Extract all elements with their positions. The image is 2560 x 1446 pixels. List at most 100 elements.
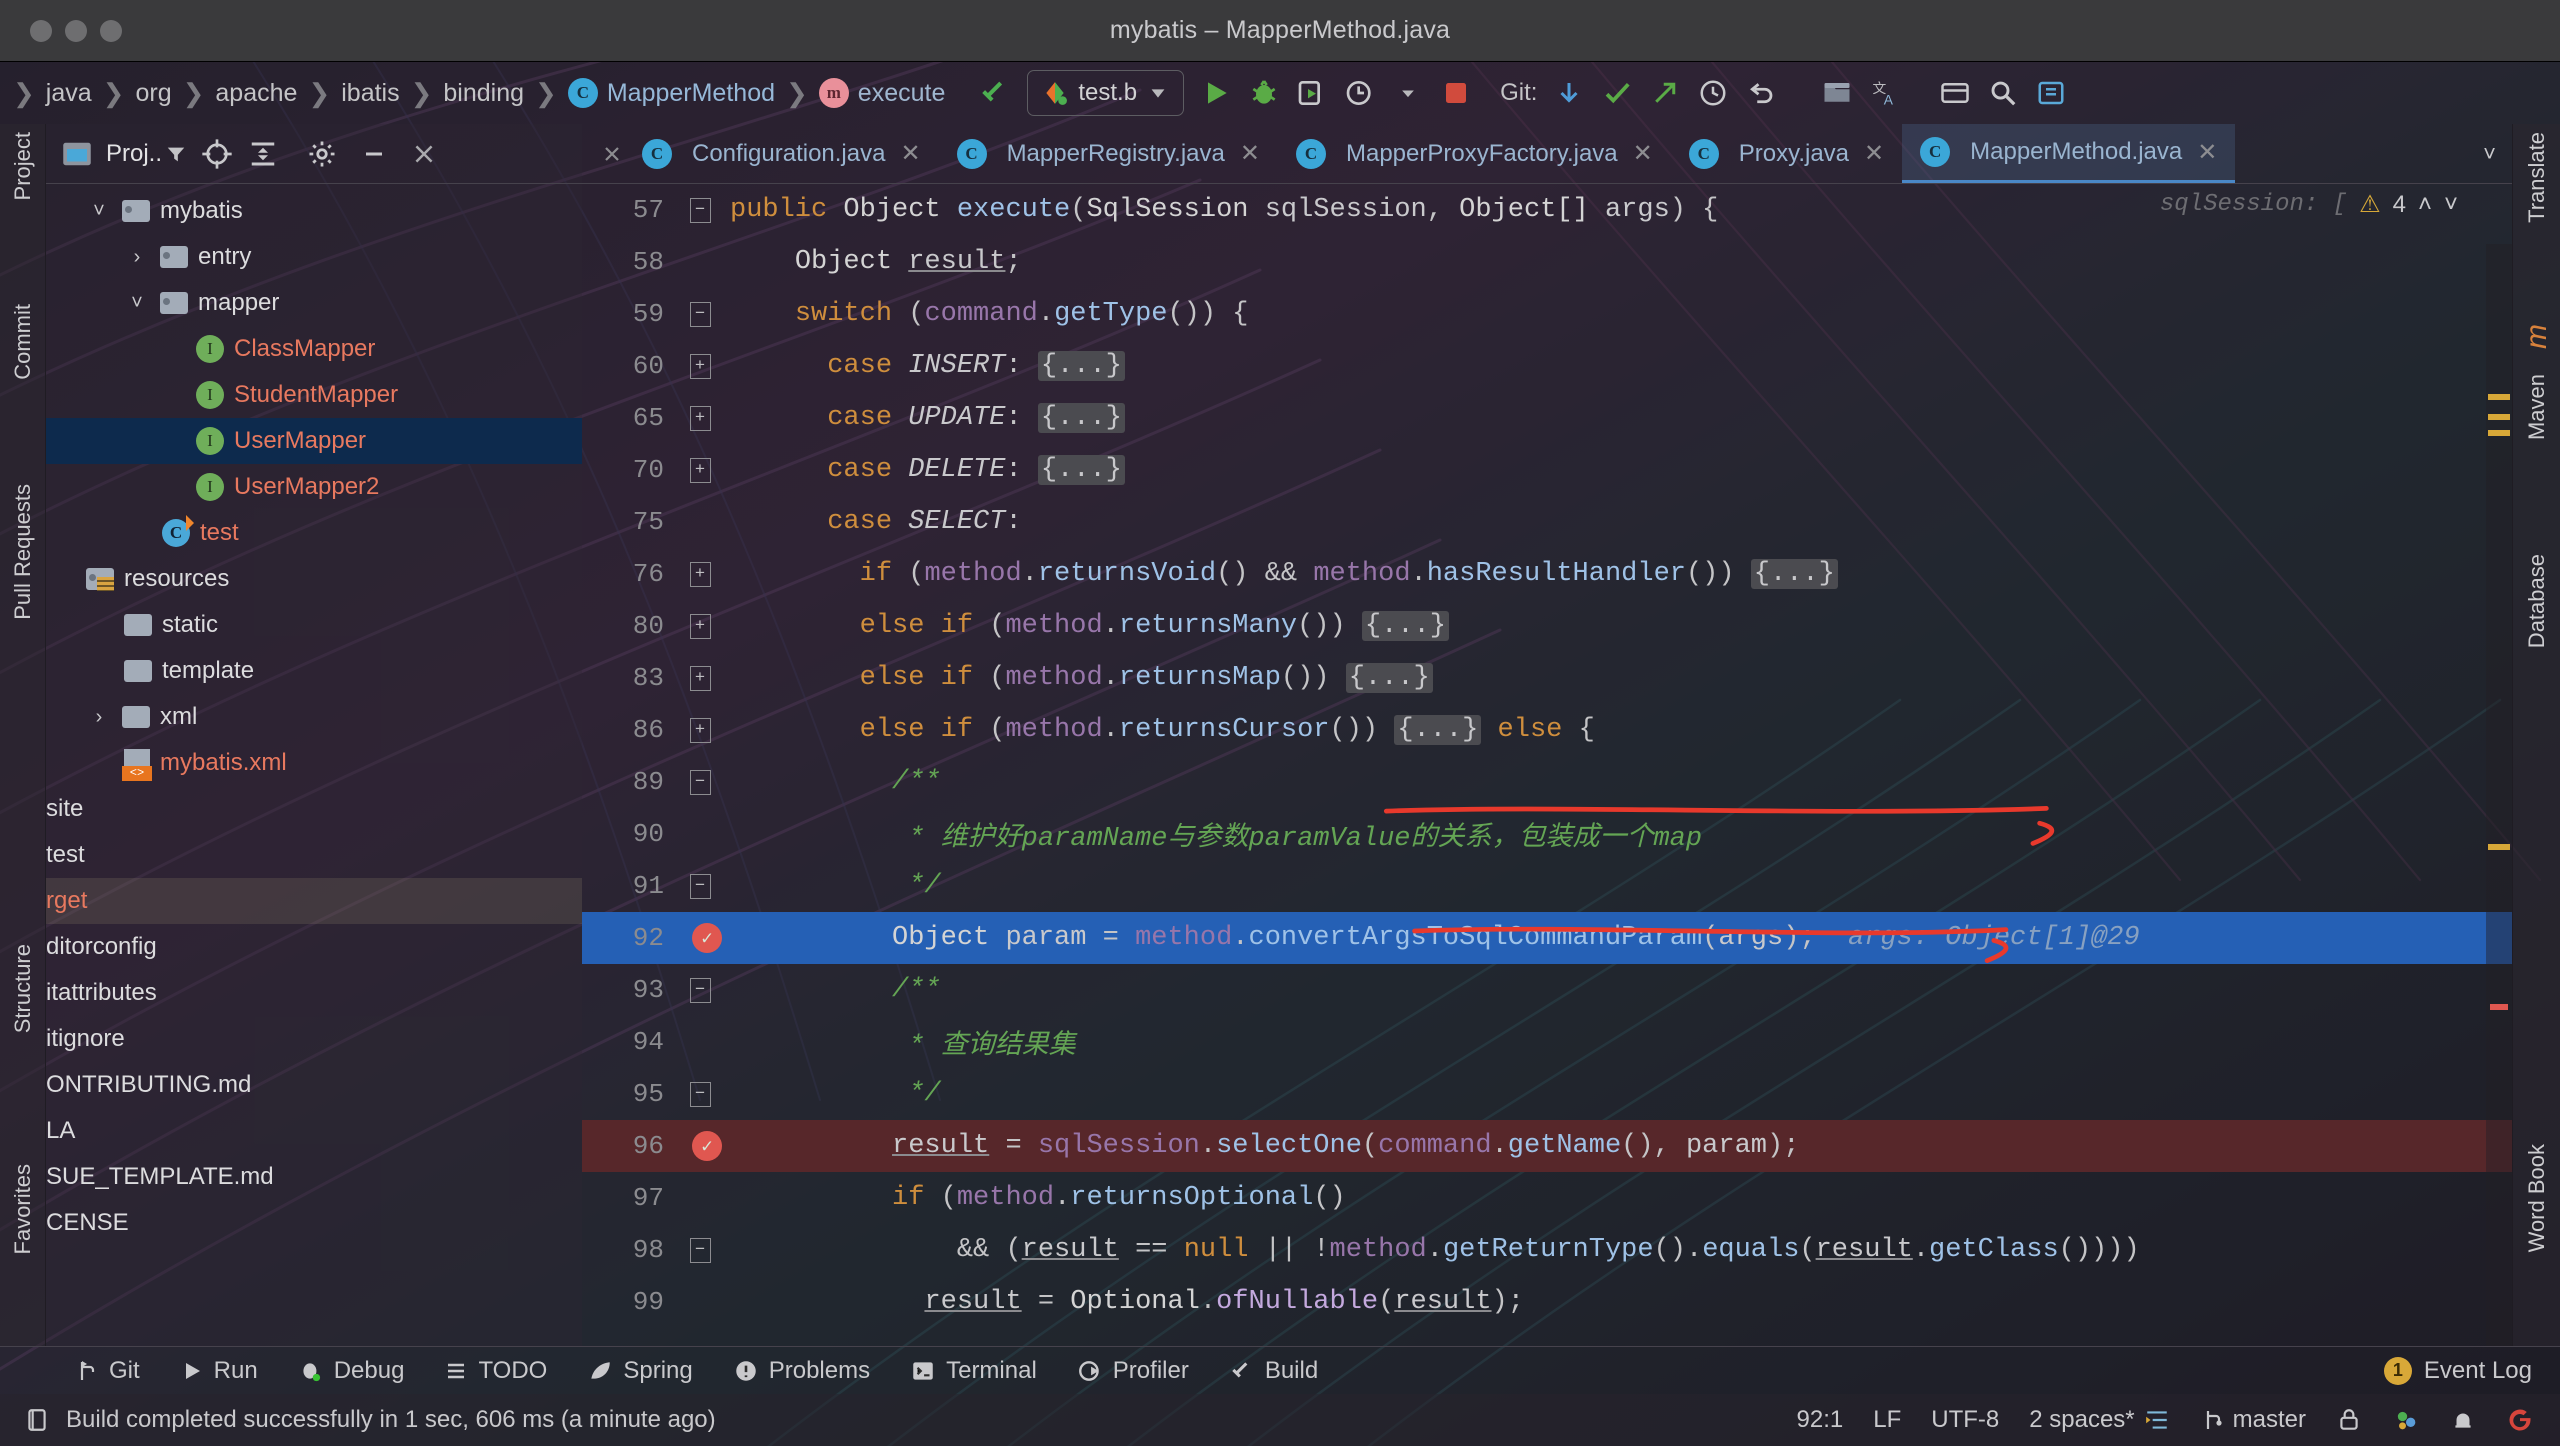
- bottom-item-run[interactable]: Run: [180, 1357, 258, 1385]
- tab-close-icon[interactable]: ✕: [2197, 138, 2217, 167]
- close-icon[interactable]: [411, 141, 437, 167]
- tree-item-eula[interactable]: LA: [46, 1108, 582, 1154]
- tool-window-favorites[interactable]: Favorites: [10, 1164, 36, 1254]
- collapse-all-icon[interactable]: [247, 139, 279, 169]
- tab-mapperproxyfactory-java[interactable]: C MapperProxyFactory.java ✕: [1278, 124, 1671, 183]
- fold-marker[interactable]: +: [680, 405, 720, 431]
- fold-marker[interactable]: +: [680, 613, 720, 639]
- chevron-right-icon[interactable]: ›: [124, 246, 150, 269]
- tab-overflow-chevron-down-icon[interactable]: ˅: [2467, 124, 2512, 183]
- bottom-item-profiler[interactable]: Profiler: [1077, 1357, 1189, 1385]
- project-view-icon[interactable]: [62, 141, 92, 167]
- breadcrumb-item-apache[interactable]: apache: [209, 79, 303, 108]
- tab-close-icon[interactable]: ✕: [1633, 139, 1653, 168]
- tree-item-mybatis[interactable]: ˅ mybatis: [46, 188, 582, 234]
- code-line[interactable]: 70 + case DELETE: {...}: [582, 444, 2512, 496]
- chevron-down-icon[interactable]: ˅: [86, 200, 112, 223]
- fold-marker[interactable]: −: [680, 873, 720, 899]
- notifications-icon[interactable]: [2450, 1406, 2476, 1434]
- tab-close-icon[interactable]: ✕: [1864, 139, 1884, 168]
- marker-error[interactable]: [2490, 1004, 2508, 1010]
- hide-icon[interactable]: [359, 142, 389, 166]
- history-icon[interactable]: [1691, 71, 1735, 115]
- code-line[interactable]: 80 + else if (method.returnsMany()) {...…: [582, 600, 2512, 652]
- settings-gear-icon[interactable]: [307, 139, 337, 169]
- marker-warning[interactable]: [2488, 430, 2510, 436]
- line-separator[interactable]: LF: [1873, 1406, 1901, 1434]
- debug-icon[interactable]: [1242, 71, 1286, 115]
- fold-marker[interactable]: −: [680, 197, 720, 223]
- profiler-dropdown-icon[interactable]: [1386, 71, 1430, 115]
- breadcrumb-item-binding[interactable]: binding: [437, 79, 530, 108]
- tool-window-project[interactable]: Project: [10, 132, 36, 200]
- tool-window-word-book[interactable]: Word Book: [2524, 1144, 2550, 1252]
- tree-item-test-class[interactable]: C test: [46, 510, 582, 556]
- code-line[interactable]: 58 Object result;: [582, 236, 2512, 288]
- code-canvas[interactable]: sqlSession: [ ⚠ 4 ˄ ˅ 57 − public Object…: [582, 184, 2512, 1346]
- tree-item-static[interactable]: static: [46, 602, 582, 648]
- update-project-icon[interactable]: [1547, 71, 1591, 115]
- fold-marker[interactable]: −: [680, 1081, 720, 1107]
- tree-item-xml[interactable]: › xml: [46, 694, 582, 740]
- indent-setting[interactable]: 2 spaces*: [2029, 1406, 2170, 1434]
- marker-warning[interactable]: [2488, 394, 2510, 400]
- tree-item-target[interactable]: rget: [46, 878, 582, 924]
- run-with-coverage-icon[interactable]: [1290, 71, 1334, 115]
- translate-icon[interactable]: 文A: [1863, 71, 1907, 115]
- read-only-lock-icon[interactable]: [2336, 1406, 2362, 1434]
- bottom-item-debug[interactable]: Debug: [298, 1357, 404, 1385]
- fold-marker[interactable]: +: [680, 717, 720, 743]
- locate-icon[interactable]: [201, 138, 233, 170]
- breadcrumb-item-ibatis[interactable]: ibatis: [335, 79, 405, 108]
- breakpoint-icon[interactable]: ✓: [692, 1131, 722, 1161]
- fold-marker[interactable]: −: [680, 977, 720, 1003]
- tree-item-gitignore[interactable]: itignore: [46, 1016, 582, 1062]
- project-structure-icon[interactable]: [1815, 71, 1859, 115]
- tree-item-editorconfig[interactable]: ditorconfig: [46, 924, 582, 970]
- code-line-selected[interactable]: 92 ✓ Object param = method.convertArgsTo…: [582, 912, 2512, 964]
- code-line[interactable]: 89 − /**: [582, 756, 2512, 808]
- code-line[interactable]: 98 − && (result == null || !method.getRe…: [582, 1224, 2512, 1276]
- search-everywhere-icon[interactable]: [1981, 71, 2025, 115]
- tree-item-classmapper[interactable]: I ClassMapper: [46, 326, 582, 372]
- code-line[interactable]: 99 result = Optional.ofNullable(result);: [582, 1276, 2512, 1328]
- git-branch-widget[interactable]: master: [2201, 1406, 2306, 1434]
- fold-marker[interactable]: −: [680, 1237, 720, 1263]
- chevron-down-icon[interactable]: ˅: [124, 292, 150, 315]
- tool-window-pull-requests[interactable]: Pull Requests: [10, 484, 36, 620]
- fold-marker[interactable]: +: [680, 353, 720, 379]
- code-line[interactable]: 76 + if (method.returnsVoid() && method.…: [582, 548, 2512, 600]
- filter-icon[interactable]: [165, 143, 187, 165]
- code-line[interactable]: 94 * 查询结果集: [582, 1016, 2512, 1068]
- breadcrumb-item-org[interactable]: org: [129, 79, 177, 108]
- fold-marker[interactable]: +: [680, 665, 720, 691]
- tree-item-entry[interactable]: › entry: [46, 234, 582, 280]
- ide-settings-icon[interactable]: [1933, 71, 1977, 115]
- code-line[interactable]: 93 − /**: [582, 964, 2512, 1016]
- run-configuration-selector[interactable]: test.b: [1027, 70, 1185, 116]
- tree-item-gitattributes[interactable]: itattributes: [46, 970, 582, 1016]
- tree-item-issue-template-md[interactable]: SUE_TEMPLATE.md: [46, 1154, 582, 1200]
- breadcrumb-item-execute[interactable]: m execute: [813, 78, 952, 108]
- tab-close-all-icon[interactable]: [582, 124, 624, 183]
- bottom-item-todo[interactable]: TODO: [444, 1357, 547, 1385]
- commit-icon[interactable]: [1595, 71, 1639, 115]
- tree-item-test-dir[interactable]: test: [46, 832, 582, 878]
- tree-item-studentmapper[interactable]: I StudentMapper: [46, 372, 582, 418]
- tree-item-resources[interactable]: resources: [46, 556, 582, 602]
- tab-mappermethod-java[interactable]: C MapperMethod.java ✕: [1902, 124, 2236, 183]
- fold-marker[interactable]: −: [680, 769, 720, 795]
- code-line[interactable]: 91 − */: [582, 860, 2512, 912]
- tool-window-maven[interactable]: Maven: [2524, 374, 2550, 440]
- editor-marker-scrollbar[interactable]: [2486, 244, 2512, 1346]
- code-line[interactable]: 60 + case INSERT: {...}: [582, 340, 2512, 392]
- fold-marker[interactable]: −: [680, 301, 720, 327]
- push-icon[interactable]: [1643, 71, 1687, 115]
- inspections-icon[interactable]: [2392, 1406, 2420, 1434]
- tab-proxy-java[interactable]: C Proxy.java ✕: [1671, 124, 1902, 183]
- code-line[interactable]: 83 + else if (method.returnsMap()) {...}: [582, 652, 2512, 704]
- tree-item-mapper[interactable]: ˅ mapper: [46, 280, 582, 326]
- breadcrumb-item-java[interactable]: java: [40, 79, 98, 108]
- tool-window-database[interactable]: Database: [2524, 554, 2550, 648]
- bottom-item-git[interactable]: Git: [75, 1357, 140, 1385]
